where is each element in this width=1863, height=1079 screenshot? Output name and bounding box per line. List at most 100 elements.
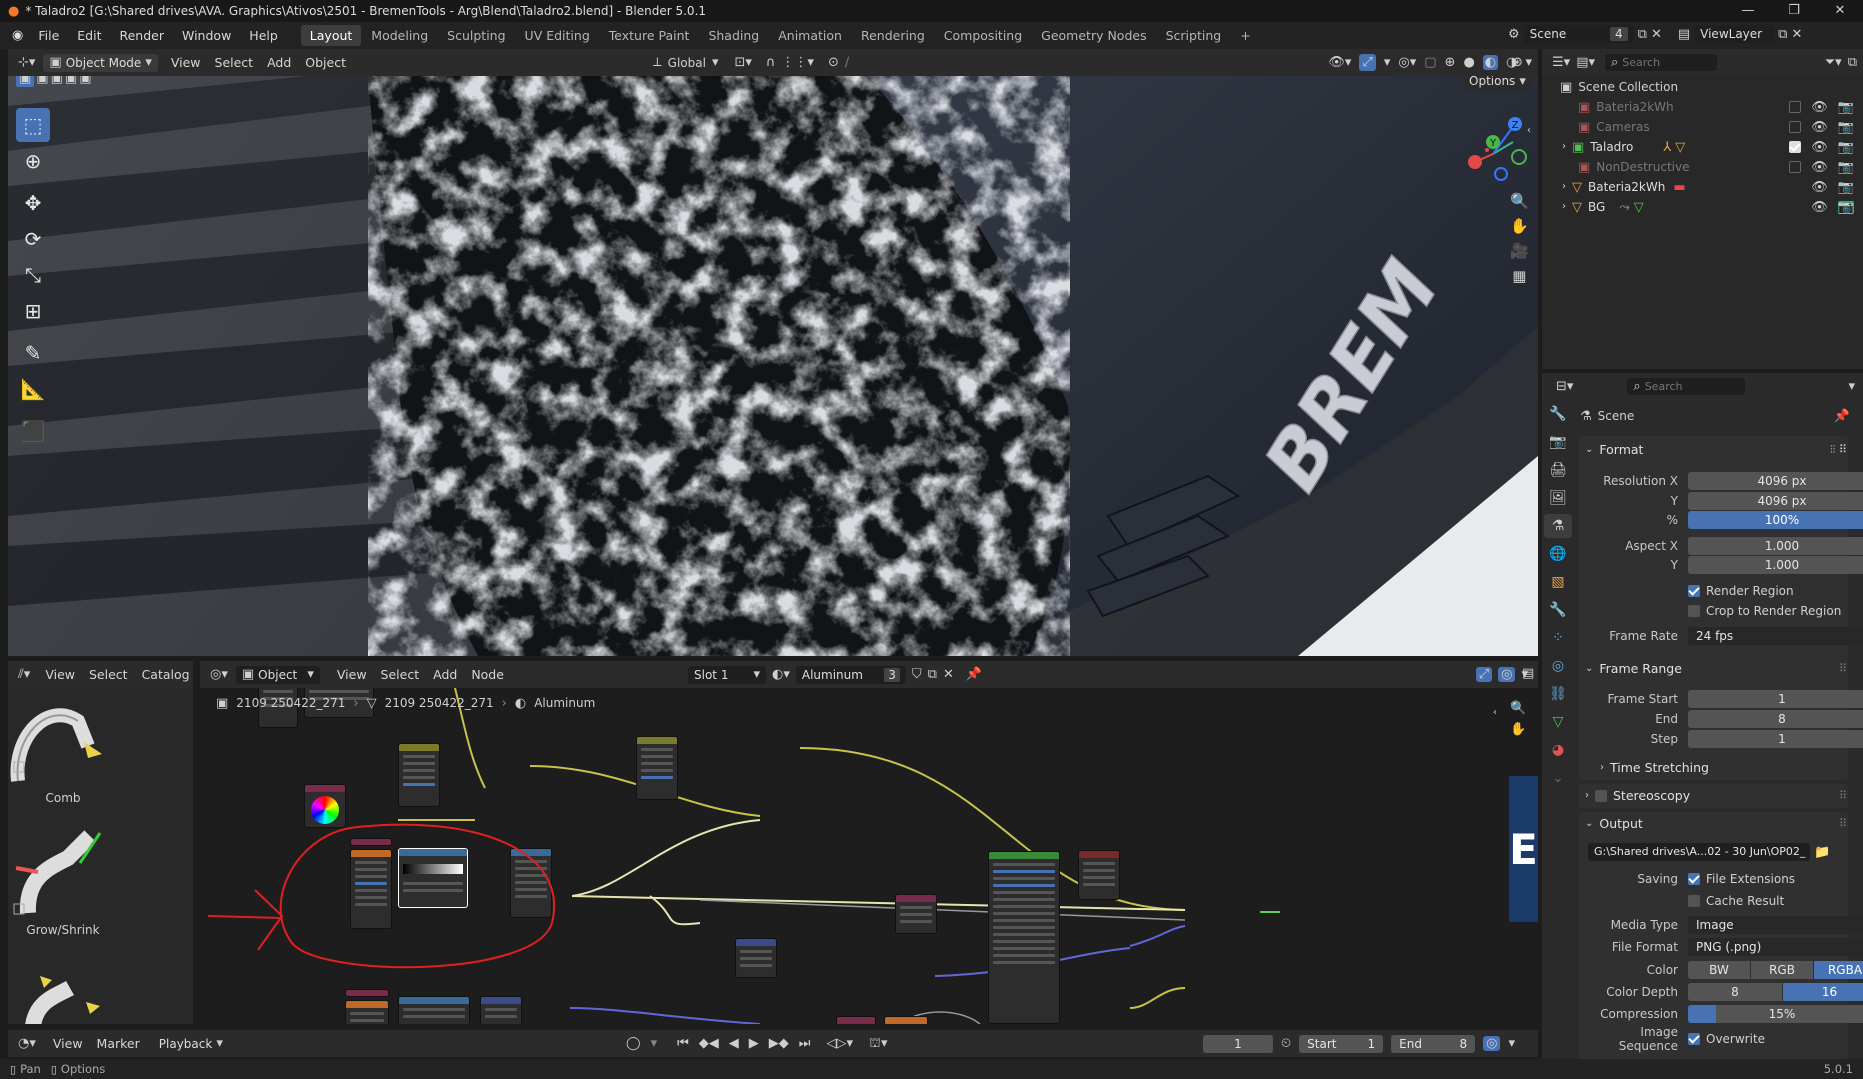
- pan-hand-icon[interactable]: ✋: [1510, 219, 1529, 234]
- properties-search-input[interactable]: [1644, 380, 1731, 393]
- timeline-start-field[interactable]: Start 1: [1299, 1034, 1384, 1053]
- crop-region-checkbox[interactable]: [1688, 604, 1700, 617]
- select-intersect-icon[interactable]: ▣: [79, 76, 91, 85]
- color-rgb-button[interactable]: RGB: [1751, 960, 1813, 979]
- chevron-down-icon[interactable]: ▾: [1508, 1037, 1515, 1050]
- play-icon[interactable]: ▶: [749, 1037, 759, 1050]
- sidebar-toggle-icon[interactable]: ‹: [1527, 126, 1531, 136]
- fake-user-icon[interactable]: ⛉: [912, 668, 922, 681]
- brush-grow-shrink[interactable]: Grow/Shrink: [8, 828, 118, 948]
- wireframe-shading-icon[interactable]: ⊕: [1445, 56, 1456, 69]
- transform-tool-icon[interactable]: ⊞: [16, 294, 50, 328]
- modifier-tab-icon[interactable]: 🔧: [1544, 598, 1572, 622]
- play-reverse-icon[interactable]: ◀: [729, 1037, 739, 1050]
- particles-tab-icon[interactable]: ⁘: [1544, 626, 1572, 650]
- measure-tool-icon[interactable]: 📐: [16, 372, 50, 406]
- stereoscopy-checkbox[interactable]: [1595, 789, 1607, 802]
- tab-animation[interactable]: Animation: [769, 25, 851, 46]
- world-tab-icon[interactable]: 🌐: [1544, 542, 1572, 566]
- material-browse-icon[interactable]: ◐▾: [772, 668, 790, 681]
- asset-menu-select[interactable]: Select: [82, 667, 135, 682]
- render-region-checkbox[interactable]: [1688, 584, 1700, 597]
- time-stretching-subpanel[interactable]: › Time Stretching: [1600, 760, 1709, 775]
- exclude-checkbox[interactable]: [1789, 160, 1802, 173]
- constraints-tab-icon[interactable]: ⛓: [1544, 682, 1572, 706]
- shader-type-dropdown[interactable]: Object: [258, 668, 297, 682]
- overwrite-checkbox[interactable]: [1688, 1032, 1700, 1045]
- stereoscopy-panel-header[interactable]: › Stereoscopy ⠿: [1585, 788, 1847, 803]
- depth-8-button[interactable]: 8: [1688, 982, 1782, 1001]
- menu-help[interactable]: Help: [240, 28, 287, 43]
- frame-rate-dropdown[interactable]: 24 fps⌄: [1688, 626, 1863, 645]
- compression-slider[interactable]: 15%: [1688, 1004, 1863, 1023]
- eye-icon[interactable]: 👁: [1811, 101, 1828, 114]
- menu-render[interactable]: Render: [110, 28, 173, 43]
- prev-keyframe-icon[interactable]: ◆◀: [699, 1037, 719, 1050]
- menu-file[interactable]: File: [29, 28, 68, 43]
- output-panel-header[interactable]: ⌄ Output ⠿: [1585, 816, 1847, 831]
- new-view-layer-icon[interactable]: ⧉: [1778, 28, 1787, 41]
- asset-editor-icon[interactable]: ⫽▾: [18, 668, 30, 681]
- pan-hand-icon[interactable]: ✋: [1510, 723, 1526, 736]
- view-layer-icon[interactable]: ▤: [1678, 28, 1690, 41]
- node-menu-view[interactable]: View: [330, 667, 374, 682]
- render-camera-icon[interactable]: 📷: [1838, 161, 1854, 174]
- falloff-icon[interactable]: ∕: [845, 56, 849, 69]
- depth-16-button[interactable]: 16: [1783, 982, 1863, 1001]
- outliner-item[interactable]: › ▽ BG ⤳ ▽ 👁 📷: [1562, 197, 1858, 217]
- frame-end-field[interactable]: 8: [1688, 709, 1863, 728]
- node-editor-canvas[interactable]: ▣ 2109 250422_271 › ▽ 2109 250422_271 › …: [200, 688, 1538, 1024]
- maximize-button[interactable]: ❐: [1771, 0, 1817, 22]
- presets-icon[interactable]: ⫶⫶ ⠿: [1830, 444, 1847, 455]
- timeline-editor-icon[interactable]: ◔▾: [18, 1037, 36, 1050]
- 3d-viewport[interactable]: BREM ⬚ ⊕ ✥ ⟳ ⤡ ⊞ ✎ 📐 ⬛ ▣ ▣ ▣ ▣ ▣ Options…: [8, 76, 1538, 656]
- frame-start-field[interactable]: 1: [1688, 689, 1863, 708]
- preview-range-icon[interactable]: ⏲: [1281, 1037, 1291, 1050]
- render-camera-icon[interactable]: 📷: [1838, 181, 1854, 194]
- camera-view-icon[interactable]: 🎥: [1510, 244, 1529, 259]
- eye-icon[interactable]: 👁: [1811, 201, 1828, 214]
- viewport-menu-object[interactable]: Object: [298, 55, 353, 70]
- menu-edit[interactable]: Edit: [68, 28, 110, 43]
- tab-scripting[interactable]: Scripting: [1157, 25, 1231, 46]
- tab-compositing[interactable]: Compositing: [935, 25, 1031, 46]
- scene-name-field[interactable]: Scene: [1530, 27, 1567, 41]
- tab-uv-editing[interactable]: UV Editing: [516, 25, 599, 46]
- eye-icon[interactable]: 👁: [1811, 141, 1828, 154]
- sidebar-collapse-icon[interactable]: ‹: [1493, 708, 1497, 718]
- node-snap-icon[interactable]: ⤢: [1475, 667, 1493, 682]
- drag-handle-icon[interactable]: ⠿: [1839, 663, 1847, 674]
- node-sidebar-toggle-icon[interactable]: ▤: [1522, 667, 1534, 680]
- viewport-menu-view[interactable]: View: [164, 55, 208, 70]
- tab-layout[interactable]: Layout: [300, 25, 362, 46]
- expand-arrow-icon[interactable]: ›: [1562, 142, 1566, 152]
- material-name-field[interactable]: Aluminum: [802, 668, 863, 682]
- rotate-tool-icon[interactable]: ⟳: [16, 222, 50, 256]
- data-tab-icon[interactable]: ▽: [1544, 710, 1572, 734]
- file-extensions-checkbox[interactable]: [1688, 872, 1700, 885]
- material-tab-icon[interactable]: ◕: [1544, 738, 1572, 762]
- shading-options-icon[interactable]: ▾: [1525, 56, 1532, 69]
- eye-icon[interactable]: 👁: [1811, 121, 1828, 134]
- view-layer-field[interactable]: ViewLayer: [1700, 27, 1762, 41]
- frame-step-icon[interactable]: ◁▷▾: [827, 1037, 854, 1050]
- expand-arrow-icon[interactable]: ›: [1562, 182, 1566, 192]
- outliner-item[interactable]: ▣ Bateria2kWh 👁 📷: [1578, 97, 1858, 117]
- new-scene-icon[interactable]: ⧉: [1638, 28, 1647, 41]
- aspect-x-field[interactable]: 1.000: [1688, 536, 1863, 555]
- minimize-button[interactable]: —: [1725, 0, 1771, 22]
- node-editor-type-icon[interactable]: ◎▾: [210, 668, 228, 681]
- add-cube-tool-icon[interactable]: ⬛: [16, 414, 50, 448]
- media-type-dropdown[interactable]: Image⌄: [1688, 915, 1863, 934]
- cursor-tool-icon[interactable]: ⊕: [16, 144, 50, 178]
- jump-end-icon[interactable]: ⏭: [799, 1037, 811, 1050]
- close-button[interactable]: ✕: [1817, 0, 1863, 22]
- chevron-down-icon[interactable]: ▾: [1848, 380, 1855, 393]
- file-format-dropdown[interactable]: PNG (.png)⌄: [1688, 937, 1863, 956]
- pin-icon[interactable]: 📌: [1834, 410, 1850, 423]
- sync-icon[interactable]: ⛫▾: [869, 1037, 887, 1050]
- frame-step-field[interactable]: 1: [1688, 729, 1863, 748]
- solid-shading-icon[interactable]: ●: [1463, 56, 1474, 69]
- color-rgba-button[interactable]: RGBA: [1814, 960, 1863, 979]
- outliner-item[interactable]: › ▣ Taladro ⅄ ▽ 👁 📷: [1562, 137, 1858, 157]
